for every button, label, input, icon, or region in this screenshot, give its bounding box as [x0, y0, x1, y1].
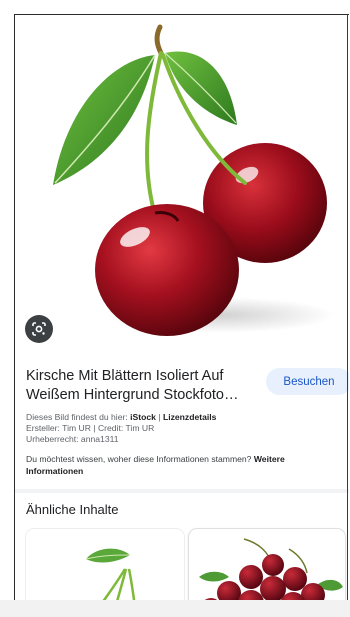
source-line: Dieses Bild findest du hier: iStock | Li… — [26, 412, 346, 423]
similar-heading: Ähnliche Inhalte — [26, 502, 119, 517]
source-prefix: Dieses Bild findest du hier: — [26, 412, 131, 422]
result-title[interactable]: Kirsche Mit Blättern Isoliert Auf Weißem… — [26, 367, 251, 405]
info-question: Du möchtest wissen, woher diese Informat… — [26, 454, 344, 477]
separator: | — [155, 412, 163, 422]
source-link[interactable]: iStock — [130, 412, 156, 422]
image-metadata: Dieses Bild findest du hier: iStock | Li… — [26, 412, 346, 446]
image-viewer-panel: Kirsche Mit Blättern Isoliert Auf Weißem… — [14, 14, 349, 615]
lens-search-button[interactable] — [25, 315, 53, 343]
question-text: Du möchtest wissen, woher diese Informat… — [26, 454, 254, 464]
license-details-link[interactable]: Lizenzdetails — [163, 412, 216, 422]
cherry-image — [53, 24, 335, 336]
bottom-bar — [0, 600, 350, 617]
copyright-line: Urheberrecht: anna1311 — [26, 434, 119, 445]
creator-line: Ersteller: Tim UR | Credit: Tim UR — [26, 423, 155, 434]
section-divider — [15, 489, 349, 493]
main-image[interactable] — [15, 15, 349, 355]
frame-border — [347, 14, 348, 600]
lens-icon — [32, 322, 46, 336]
visit-button[interactable]: Besuchen — [266, 368, 349, 395]
